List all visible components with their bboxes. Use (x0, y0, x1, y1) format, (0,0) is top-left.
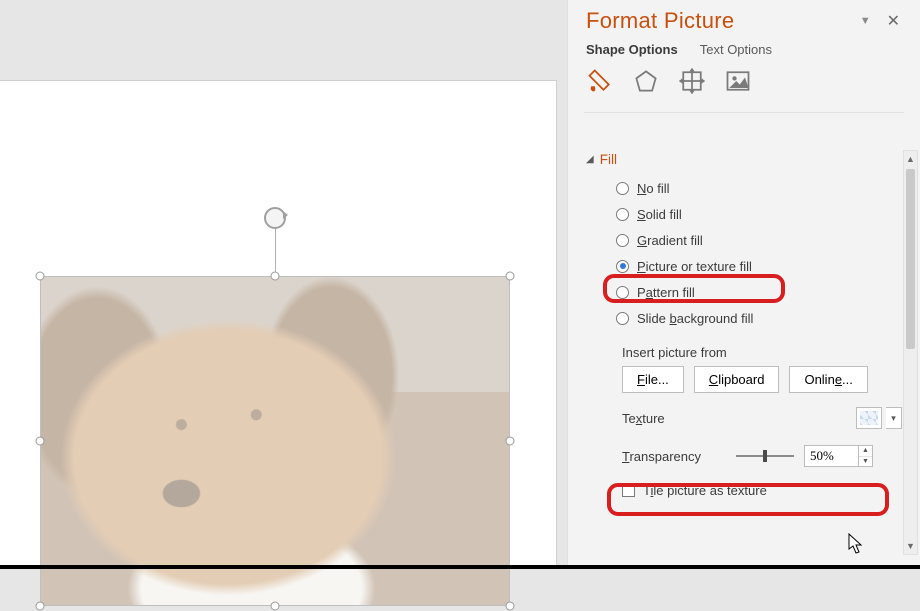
scroll-thumb[interactable] (906, 169, 915, 349)
radio-label: Picture or texture fill (637, 259, 752, 274)
insert-picture-from-label: Insert picture from (622, 345, 902, 360)
radio-icon (616, 208, 629, 221)
transparency-row: Transparency ▲ ▼ (622, 445, 902, 467)
fill-radio-group: No fill Solid fill Gradient fill Picture… (616, 175, 902, 331)
slide-canvas[interactable] (0, 80, 557, 569)
radio-icon (616, 260, 629, 273)
radio-solid-fill[interactable]: Solid fill (616, 201, 902, 227)
slider-thumb[interactable] (763, 450, 767, 462)
rotation-handle[interactable] (264, 207, 286, 229)
tab-shape-options[interactable]: Shape Options (586, 42, 678, 57)
resize-handle-mr[interactable] (506, 437, 515, 446)
file-button[interactable]: File... (622, 366, 684, 393)
texture-swatch-button[interactable] (856, 407, 882, 429)
resize-handle-tl[interactable] (36, 272, 45, 281)
radio-label: Pattern fill (637, 285, 695, 300)
resize-handle-br[interactable] (506, 602, 515, 611)
resize-handle-bm[interactable] (271, 602, 280, 611)
pane-close-button[interactable]: ✕ (881, 9, 906, 33)
resize-handle-tr[interactable] (506, 272, 515, 281)
resize-handle-tm[interactable] (271, 272, 280, 281)
radio-label: Solid fill (637, 207, 682, 222)
pane-options-dropdown[interactable]: ▼ (850, 11, 881, 31)
transparency-input[interactable] (804, 445, 858, 467)
radio-label: Slide background fill (637, 311, 753, 326)
radio-no-fill[interactable]: No fill (616, 175, 902, 201)
radio-icon (616, 312, 629, 325)
spinner-down[interactable]: ▼ (859, 457, 872, 467)
transparency-overlay (41, 277, 509, 605)
tile-picture-label: Tile picture as texture (643, 483, 767, 498)
divider (584, 112, 904, 113)
radio-gradient-fill[interactable]: Gradient fill (616, 227, 902, 253)
texture-label: Texture (622, 411, 856, 426)
radio-label: No fill (637, 181, 670, 196)
resize-handle-ml[interactable] (36, 437, 45, 446)
radio-label: Gradient fill (637, 233, 703, 248)
online-button[interactable]: Online... (789, 366, 867, 393)
option-tabs: Shape Options Text Options (568, 36, 920, 65)
pane-scrollbar[interactable]: ▲ ▼ (903, 150, 918, 555)
radio-pattern-fill[interactable]: Pattern fill (616, 279, 902, 305)
picture-icon[interactable] (724, 67, 752, 98)
collapse-triangle-icon: ◢ (586, 154, 594, 165)
radio-picture-texture-fill[interactable]: Picture or texture fill (616, 253, 902, 279)
transparency-spinner: ▲ ▼ (804, 445, 873, 467)
selected-picture[interactable] (40, 276, 510, 606)
radio-slide-background-fill[interactable]: Slide background fill (616, 305, 902, 331)
pane-title: Format Picture (586, 8, 850, 34)
fill-section-header[interactable]: ◢ Fill (586, 152, 902, 167)
transparency-slider[interactable] (736, 449, 794, 463)
texture-row: Texture ▾ (622, 407, 902, 429)
scroll-up-button[interactable]: ▲ (904, 151, 917, 167)
bottom-border (0, 565, 920, 569)
fill-line-icon[interactable] (586, 67, 614, 98)
insert-buttons: File... Clipboard Online... (622, 366, 902, 393)
pane-scroll-area: ◢ Fill No fill Solid fill Gradient fill … (568, 146, 902, 569)
texture-dropdown-button[interactable]: ▾ (886, 407, 902, 429)
effects-icon[interactable] (632, 67, 660, 98)
radio-icon (616, 286, 629, 299)
spinner-up[interactable]: ▲ (859, 446, 872, 457)
fill-section-label: Fill (600, 152, 617, 167)
category-icons (568, 65, 920, 112)
rotation-stem (275, 229, 276, 276)
clipboard-button[interactable]: Clipboard (694, 366, 780, 393)
format-picture-pane: Format Picture ▼ ✕ Shape Options Text Op… (567, 0, 920, 569)
tile-picture-checkbox-row[interactable]: Tile picture as texture (622, 483, 902, 498)
size-properties-icon[interactable] (678, 67, 706, 98)
radio-icon (616, 182, 629, 195)
checkbox-icon (622, 484, 635, 497)
transparency-label: Transparency (622, 449, 726, 464)
radio-icon (616, 234, 629, 247)
tab-text-options[interactable]: Text Options (700, 42, 772, 57)
resize-handle-bl[interactable] (36, 602, 45, 611)
scroll-down-button[interactable]: ▼ (904, 538, 917, 554)
